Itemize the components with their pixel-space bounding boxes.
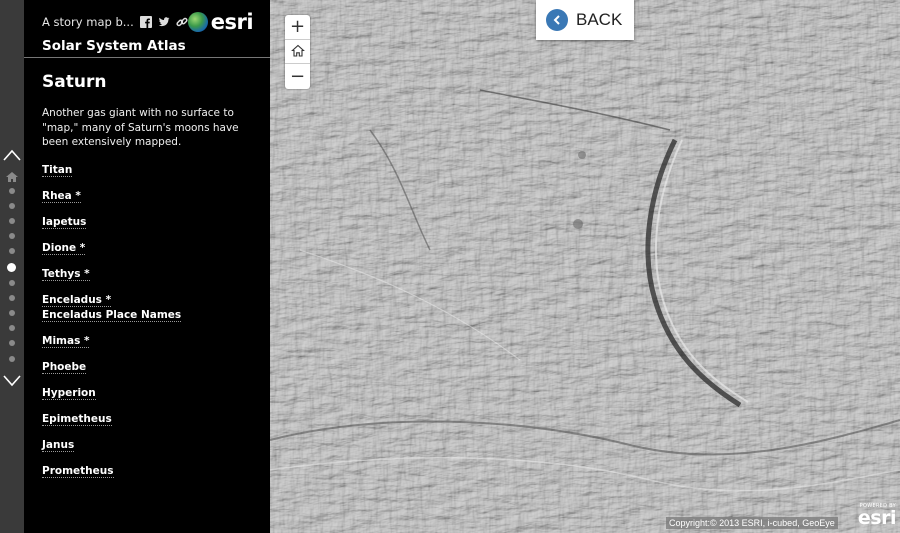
facebook-icon[interactable]	[139, 16, 152, 28]
list-item: Epimetheus	[42, 412, 252, 426]
nav-dot-active[interactable]	[7, 263, 16, 272]
list-item: Phoebe	[42, 360, 252, 374]
link-icon[interactable]	[176, 16, 188, 28]
moon-link-phoebe[interactable]: Phoebe	[42, 360, 252, 374]
zoom-controls: + −	[285, 15, 310, 89]
section-title: Saturn	[42, 72, 107, 92]
moon-link-prometheus[interactable]: Prometheus	[42, 464, 252, 478]
moon-link-iapetus[interactable]: Iapetus	[42, 215, 252, 229]
nav-dot[interactable]	[9, 188, 15, 194]
moon-link-tethys[interactable]: Tethys *	[42, 267, 252, 281]
moon-link-rhea[interactable]: Rhea *	[42, 189, 252, 203]
list-item: Iapetus	[42, 215, 252, 229]
dot-navigation	[0, 0, 24, 533]
moon-link-titan[interactable]: Titan	[42, 163, 252, 177]
list-item: Rhea *	[42, 189, 252, 203]
nav-dot[interactable]	[9, 356, 15, 362]
list-item: Dione *	[42, 241, 252, 255]
list-item: Prometheus	[42, 464, 252, 478]
nav-dot[interactable]	[9, 340, 15, 346]
esri-logo[interactable]: esri	[187, 10, 254, 34]
story-map-subtitle: A story map b...	[42, 15, 134, 29]
moon-link-mimas[interactable]: Mimas *	[42, 334, 252, 348]
powered-by-esri-text: esri	[857, 507, 897, 529]
enceladus-surface-map[interactable]	[270, 0, 900, 533]
home-extent-button[interactable]	[285, 40, 310, 64]
nav-up-arrow-icon[interactable]	[2, 148, 22, 162]
map-view[interactable]: + − BACK Copyright:© 2013 ESRI, i-cubed,…	[270, 0, 900, 533]
esri-logo-text: esri	[210, 10, 254, 34]
list-item: Hyperion	[42, 386, 252, 400]
nav-dot[interactable]	[9, 233, 15, 239]
list-item: Titan	[42, 163, 252, 177]
home-icon	[290, 45, 305, 57]
moon-link-enceladus[interactable]: Enceladus *	[42, 293, 252, 307]
nav-home-icon[interactable]	[5, 168, 19, 182]
list-item: Janus	[42, 438, 252, 452]
map-attribution: Copyright:© 2013 ESRI, i-cubed, GeoEye	[666, 517, 838, 529]
nav-dot[interactable]	[9, 280, 15, 286]
list-item: Enceladus * Enceladus Place Names	[42, 293, 252, 322]
moon-link-epimetheus[interactable]: Epimetheus	[42, 412, 252, 426]
chevron-left-icon	[546, 9, 568, 31]
nav-dot[interactable]	[9, 310, 15, 316]
zoom-in-button[interactable]: +	[285, 15, 310, 40]
share-buttons	[139, 16, 188, 28]
moon-link-hyperion[interactable]: Hyperion	[42, 386, 252, 400]
zoom-out-button[interactable]: −	[285, 64, 310, 89]
twitter-icon[interactable]	[158, 16, 170, 28]
app-title: Solar System Atlas	[42, 38, 186, 54]
back-button[interactable]: BACK	[536, 0, 634, 40]
list-item: Mimas *	[42, 334, 252, 348]
nav-dot[interactable]	[9, 325, 15, 331]
moon-link-dione[interactable]: Dione *	[42, 241, 252, 255]
nav-down-arrow-icon[interactable]	[2, 374, 22, 388]
section-description: Another gas giant with no surface to "ma…	[42, 107, 239, 148]
nav-dot[interactable]	[9, 295, 15, 301]
list-item: Tethys *	[42, 267, 252, 281]
sidebar: A story map b... esri Solar System Atlas…	[24, 0, 270, 533]
powered-by-esri-logo[interactable]: POWERED BY esri	[850, 503, 897, 529]
nav-dot[interactable]	[9, 218, 15, 224]
nav-dot[interactable]	[9, 248, 15, 254]
moon-link-janus[interactable]: Janus	[42, 438, 252, 452]
globe-icon	[187, 12, 208, 32]
nav-dot[interactable]	[9, 203, 15, 209]
moon-link-enceladus-place-names[interactable]: Enceladus Place Names	[42, 308, 252, 322]
sidebar-content: Saturn Another gas giant with no surface…	[24, 58, 270, 478]
moon-list: Titan Rhea * Iapetus Dione * Tethys * En…	[42, 163, 252, 478]
back-label: BACK	[576, 10, 623, 29]
sidebar-header: A story map b... esri Solar System Atlas	[24, 0, 270, 58]
